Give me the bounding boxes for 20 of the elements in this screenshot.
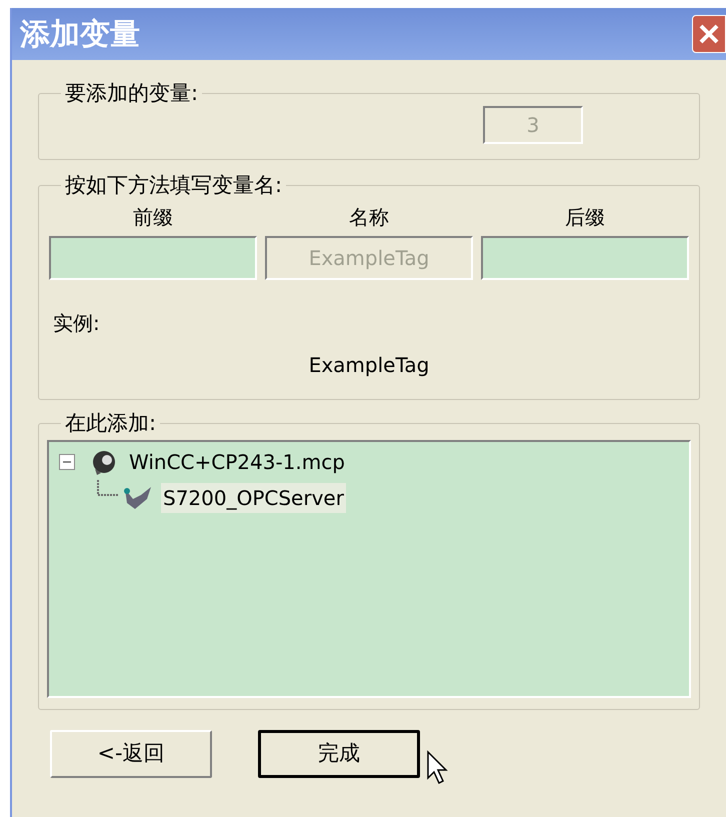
dialog-button[interactable]: 完成: [258, 730, 420, 778]
column-label: 前缀: [133, 204, 173, 230]
tree-item[interactable]: S7200_OPCServer: [161, 482, 346, 512]
mouse-cursor-icon: [426, 750, 450, 786]
collapse-icon[interactable]: [59, 454, 75, 470]
close-button[interactable]: [692, 15, 726, 53]
dialog-button[interactable]: <-返回: [50, 730, 212, 778]
group-label: 按如下方法填写变量名:: [64, 172, 284, 199]
tree-connector-icon: [97, 480, 119, 496]
close-icon: [698, 23, 720, 45]
column-label: 后缀: [565, 204, 605, 230]
example-label: 实例:: [53, 310, 100, 336]
tree-item[interactable]: WinCC+CP243-1.mcp: [127, 446, 347, 476]
input-field[interactable]: [481, 236, 689, 280]
window-title: 添加变量: [20, 16, 140, 54]
input-field[interactable]: [49, 236, 257, 280]
example-value: ExampleTag: [308, 352, 430, 378]
group-label: 要添加的变量:: [64, 80, 200, 107]
group-label: 在此添加:: [64, 410, 158, 437]
column-label: 名称: [349, 204, 389, 230]
